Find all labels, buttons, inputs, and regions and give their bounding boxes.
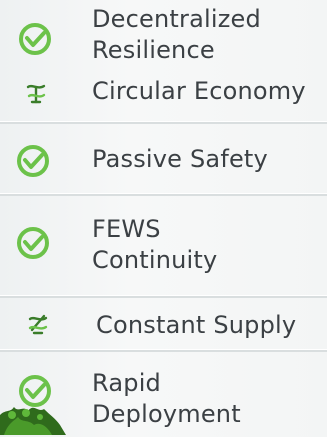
feature-list: Decentralized Resilience Circular Econom… — [0, 0, 327, 435]
green-check-circle-icon — [17, 227, 49, 259]
feature-item-passive-safety: Passive Safety — [0, 122, 327, 196]
feature-label-line1: Constant Supply — [96, 311, 297, 339]
plant-decoration — [0, 407, 66, 435]
feature-item-circular-economy: Circular Economy — [0, 76, 327, 122]
green-check-circle-icon — [17, 145, 49, 177]
feature-label-line1: FEWS — [92, 215, 161, 243]
green-check-circle-icon — [19, 23, 51, 55]
feature-label-line1: Circular Economy — [92, 77, 306, 105]
feature-label-line1: Passive Safety — [92, 145, 268, 173]
feature-label-line2: Deployment — [92, 400, 241, 428]
feature-label-line2: Resilience — [92, 36, 215, 64]
feature-item-decentralized-resilience: Decentralized Resilience — [0, 4, 327, 80]
water-symbol-icon — [26, 84, 46, 104]
feature-label-line1: Rapid — [92, 369, 161, 397]
feature-item-constant-supply: Constant Supply — [0, 296, 327, 352]
feature-item-fews-continuity: FEWS Continuity — [0, 194, 327, 298]
water-symbol-icon — [28, 314, 48, 335]
feature-label-line2: Continuity — [92, 246, 218, 274]
feature-label-line1: Decentralized — [92, 5, 261, 33]
